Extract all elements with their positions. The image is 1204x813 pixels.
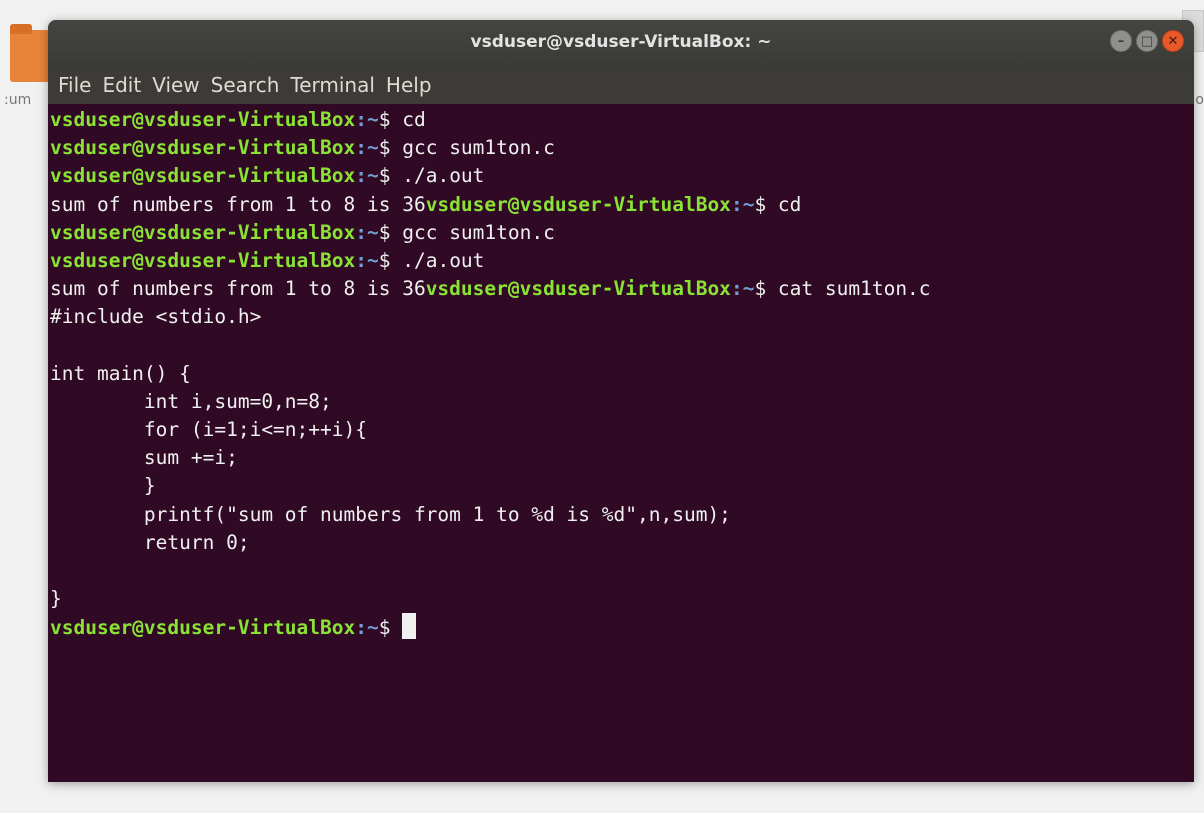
window-controls: – □ ✕ [1110,30,1184,52]
terminal-line: } [50,585,1194,613]
prompt-path: ~ [742,192,755,216]
command-text: cat sum1ton.c [777,277,931,301]
prompt-path: ~ [367,220,379,244]
prompt-path: ~ [367,108,379,131]
file-content-line: } [50,587,62,611]
command-output: sum of numbers from 1 to 8 is 36 [50,192,426,216]
terminal-line: vsduser@vsduser-VirtualBox:~$ ./a.out [50,247,1194,275]
menu-help[interactable]: Help [386,73,441,97]
prompt-user-host: vsduser@vsduser-VirtualBox [50,220,356,244]
command-text: gcc sum1ton.c [402,220,555,244]
prompt-user-host: vsduser@vsduser-VirtualBox [425,192,731,216]
desktop-label-right: o [1195,92,1204,108]
menu-bar: File Edit View Search Terminal Help [48,66,1194,104]
terminal-line: vsduser@vsduser-VirtualBox:~$ gcc sum1to… [50,134,1194,162]
prompt-symbol: $ [754,277,778,301]
file-content-line: return 0; [50,530,250,554]
file-content-line: sum +=i; [50,446,238,470]
prompt-separator: : [355,108,367,131]
terminal-line: vsduser@vsduser-VirtualBox:~$ [50,613,1194,641]
maximize-icon[interactable]: □ [1136,30,1158,52]
prompt-user-host: vsduser@vsduser-VirtualBox [50,616,356,640]
file-content-line: #include <stdio.h> [50,305,262,329]
terminal-line: printf("sum of numbers from 1 to %d is %… [50,501,1194,529]
terminal-line: return 0; [50,529,1194,557]
file-content-line: for (i=1;i<=n;++i){ [50,418,367,442]
close-icon[interactable]: ✕ [1162,30,1184,52]
prompt-symbol: $ [378,164,403,188]
prompt-symbol: $ [378,616,403,640]
terminal-line: for (i=1;i<=n;++i){ [50,416,1194,444]
terminal-line: } [50,472,1194,500]
file-content-line: printf("sum of numbers from 1 to %d is %… [50,502,731,526]
prompt-path: ~ [367,616,379,640]
terminal-line: vsduser@vsduser-VirtualBox:~$ cd [50,106,1194,134]
menu-search[interactable]: Search [211,73,289,97]
prompt-separator: : [355,136,367,160]
desktop-label-left: :um [4,92,32,108]
prompt-symbol: $ [754,192,778,216]
prompt-user-host: vsduser@vsduser-VirtualBox [50,248,356,272]
file-content-line: int main() { [50,361,191,385]
menu-view[interactable]: View [152,73,208,97]
cursor-block [402,613,417,640]
prompt-symbol: $ [378,136,403,160]
terminal-line: vsduser@vsduser-VirtualBox:~$ ./a.out [50,162,1194,190]
command-text: gcc sum1ton.c [402,136,555,160]
prompt-user-host: vsduser@vsduser-VirtualBox [50,136,356,160]
terminal-line: sum of numbers from 1 to 8 is 36vsduser@… [50,275,1194,303]
prompt-separator: : [355,248,367,272]
menu-terminal[interactable]: Terminal [290,73,384,97]
prompt-user-host: vsduser@vsduser-VirtualBox [425,277,731,301]
terminal-line: vsduser@vsduser-VirtualBox:~$ gcc sum1to… [50,219,1194,247]
prompt-separator: : [355,220,367,244]
file-content-line: int i,sum=0,n=8; [50,389,332,413]
terminal-line: #include <stdio.h> [50,303,1194,331]
terminal-line: sum +=i; [50,444,1194,472]
prompt-separator: : [355,616,367,640]
prompt-path: ~ [367,164,379,188]
minimize-icon[interactable]: – [1110,30,1132,52]
prompt-separator: : [730,192,743,216]
prompt-symbol: $ [378,220,403,244]
prompt-user-host: vsduser@vsduser-VirtualBox [50,108,356,131]
prompt-path: ~ [742,277,755,301]
command-text: ./a.out [402,248,485,272]
terminal-line: int main() { [50,360,1194,388]
command-text: cd [402,108,426,131]
prompt-separator: : [355,164,367,188]
terminal-output[interactable]: vsduser@vsduser-VirtualBox:~$ cd vsduser@… [48,104,1194,642]
menu-file[interactable]: File [58,73,100,97]
prompt-symbol: $ [378,108,403,131]
desktop: :um o vsduser@vsduser-VirtualBox: ~ – □ … [0,0,1204,813]
window-title: vsduser@vsduser-VirtualBox: ~ [470,32,772,52]
prompt-symbol: $ [378,248,403,272]
prompt-path: ~ [367,136,379,160]
prompt-path: ~ [367,248,379,272]
menu-edit[interactable]: Edit [102,73,150,97]
command-text: ./a.out [402,164,485,188]
terminal-line: int i,sum=0,n=8; [50,388,1194,416]
file-content-line: } [50,474,156,498]
terminal-line: sum of numbers from 1 to 8 is 36vsduser@… [50,191,1194,219]
prompt-separator: : [730,277,743,301]
command-text: cd [777,192,802,216]
command-output: sum of numbers from 1 to 8 is 36 [50,277,426,301]
prompt-user-host: vsduser@vsduser-VirtualBox [50,164,356,188]
terminal-window: vsduser@vsduser-VirtualBox: ~ – □ ✕ File… [48,20,1194,782]
title-bar[interactable]: vsduser@vsduser-VirtualBox: ~ – □ ✕ [48,20,1194,66]
